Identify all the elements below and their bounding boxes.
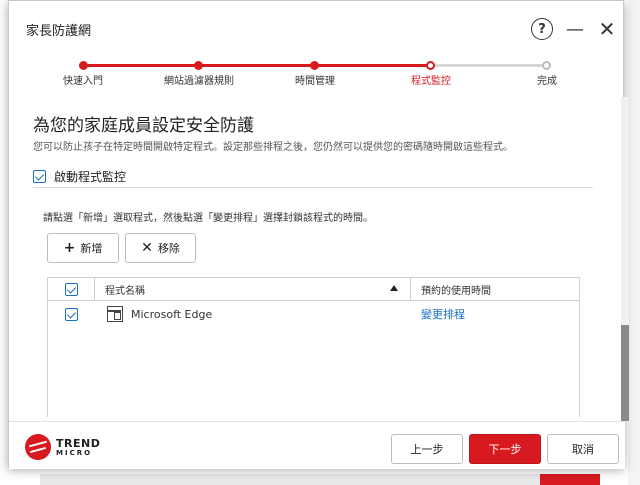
- table-header: 程式名稱 預約的使用時間: [48, 278, 579, 301]
- trend-micro-logo-icon: [25, 434, 51, 460]
- instruction-text: 請點選「新增」選取程式，然後點選「變更排程」選擇封鎖該程式的時間。: [43, 213, 373, 224]
- background-footer-bar: [40, 474, 600, 485]
- step-label-program-control: 程式監控: [411, 76, 451, 87]
- column-header-scheduled-time[interactable]: 預約的使用時間: [411, 278, 579, 300]
- remove-button-label: 移除: [157, 242, 180, 255]
- close-button[interactable]: ✕: [596, 17, 618, 41]
- program-name-cell: Microsoft Edge: [95, 301, 411, 327]
- add-program-button[interactable]: + 新增: [47, 233, 119, 263]
- remove-program-button[interactable]: ✕ 移除: [125, 233, 196, 263]
- page-description: 您可以防止孩子在特定時間開啟特定程式。設定那些排程之後，您仍然可以提供您的密碼隨…: [33, 142, 513, 153]
- select-all-cell: [48, 278, 95, 300]
- progress-line-todo: [431, 64, 547, 67]
- trend-micro-logo: TREND MICRO: [25, 434, 100, 460]
- column-label-scheduled-time: 預約的使用時間: [421, 285, 491, 297]
- column-label-program-name: 程式名稱: [105, 285, 145, 297]
- main-content: 為您的家庭成員設定安全防護 您可以防止孩子在特定時間開啟特定程式。設定那些排程之…: [29, 111, 605, 417]
- logo-text-micro: MICRO: [56, 448, 93, 457]
- logo-text-trend: TREND: [56, 436, 101, 450]
- program-table: 程式名稱 預約的使用時間 Microsoft Edge 變更排程: [47, 277, 580, 417]
- enable-program-control-label: 啟動程式監控: [54, 170, 127, 184]
- table-row[interactable]: Microsoft Edge 變更排程: [48, 301, 579, 327]
- window-title: 家長防護網: [26, 24, 92, 39]
- progress-line-done: [83, 64, 431, 67]
- background-scroll-area: [628, 0, 640, 485]
- change-schedule-link[interactable]: 變更排程: [421, 306, 465, 322]
- step-label-time-management: 時間管理: [295, 76, 335, 87]
- wizard-progress: 快速入門 網站過濾器規則 時間管理 程式監控 完成: [9, 53, 625, 93]
- step-label-finish: 完成: [537, 76, 557, 87]
- page-title: 為您的家庭成員設定安全防護: [33, 116, 254, 136]
- application-window-icon: [107, 306, 123, 322]
- previous-button[interactable]: 上一步: [391, 434, 463, 464]
- parental-controls-dialog: 家長防護網 ? — ✕ 快速入門 網站過濾器規則 時間管理 程式監控 完成 為您…: [8, 0, 629, 469]
- step-dot-finish: [542, 61, 551, 70]
- schedule-cell: 變更排程: [411, 301, 579, 327]
- sort-ascending-icon: [390, 285, 398, 291]
- step-label-quick-start: 快速入門: [63, 76, 103, 87]
- step-dot-quick-start: [79, 61, 88, 70]
- minimize-button[interactable]: —: [564, 18, 586, 40]
- column-header-program-name[interactable]: 程式名稱: [95, 278, 411, 300]
- title-bar: 家長防護網 ? — ✕: [9, 1, 623, 53]
- enable-program-control-checkbox[interactable]: [33, 170, 46, 183]
- content-scrollbar[interactable]: [621, 97, 629, 421]
- step-dot-program-control: [426, 61, 435, 70]
- cancel-button[interactable]: 取消: [547, 434, 619, 464]
- step-dot-web-filter: [194, 61, 203, 70]
- row-checkbox[interactable]: [65, 307, 78, 321]
- x-icon: ✕: [141, 240, 153, 256]
- step-label-web-filter: 網站過濾器規則: [164, 76, 234, 87]
- scrollbar-thumb[interactable]: [621, 325, 629, 421]
- logo-text: TREND MICRO: [56, 438, 100, 457]
- plus-icon: +: [63, 240, 76, 256]
- dialog-footer: TREND MICRO 上一步 下一步 取消: [9, 421, 625, 469]
- divider: [33, 187, 593, 188]
- program-name: Microsoft Edge: [131, 307, 213, 321]
- add-button-label: 新增: [80, 242, 103, 255]
- row-check-cell: [48, 301, 95, 327]
- enable-program-control-row[interactable]: 啟動程式監控: [33, 168, 126, 185]
- help-button[interactable]: ?: [531, 18, 553, 40]
- select-all-checkbox[interactable]: [64, 282, 78, 296]
- step-dot-time-management: [310, 61, 319, 70]
- next-button[interactable]: 下一步: [469, 434, 541, 464]
